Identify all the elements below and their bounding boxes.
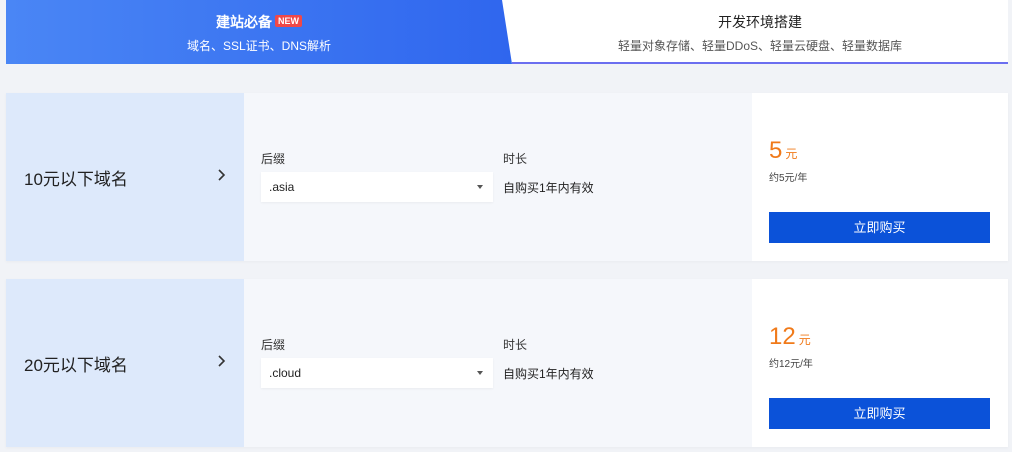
suffix-select[interactable]: .cloud — [261, 358, 493, 388]
tab-subtitle: 域名、SSL证书、DNS解析 — [186, 39, 332, 53]
suffix-select[interactable]: .asia — [261, 172, 493, 202]
new-badge: NEW — [275, 15, 302, 28]
caret-down-icon — [477, 371, 483, 375]
price-per-year: 约5元/年 — [769, 173, 808, 184]
price-unit: 元 — [785, 147, 798, 161]
duration-label: 时长 — [503, 152, 528, 166]
product-name: 20元以下域名 — [24, 356, 128, 375]
price: 12 元 — [769, 323, 811, 351]
price-unit: 元 — [798, 333, 811, 347]
tab-title: 建站必备 — [216, 14, 272, 30]
price-per-year: 约12元/年 — [769, 359, 813, 370]
suffix-select-value: .asia — [269, 180, 295, 194]
chevron-right-icon — [216, 354, 228, 372]
buy-button[interactable]: 立即购买 — [769, 212, 990, 243]
price-amount: 5 — [769, 137, 783, 164]
category-tabs: 建站必备 NEW 域名、SSL证书、DNS解析 开发环境搭建 轻量对象存储、轻量D… — [6, 0, 1008, 64]
duration-value: 自购买1年内有效 — [503, 181, 594, 195]
product-name: 10元以下域名 — [24, 170, 128, 189]
price: 5元 — [769, 137, 797, 165]
duration-label: 时长 — [503, 338, 528, 352]
suffix-select-value: .cloud — [269, 366, 302, 380]
price-panel: 12 元 约12元/年 立即购买 — [752, 279, 1008, 447]
duration-value: 自购买1年内有效 — [503, 367, 594, 381]
tab-title-row: 建站必备 NEW — [6, 13, 512, 31]
caret-down-icon — [477, 185, 483, 189]
chevron-right-icon — [216, 168, 228, 186]
product-header[interactable]: 10元以下域名 — [6, 93, 244, 261]
tab-subtitle: 轻量对象存储、轻量DDoS、轻量云硬盘、轻量数据库 — [617, 39, 902, 53]
tab-dev-environment[interactable]: 开发环境搭建 轻量对象存储、轻量DDoS、轻量云硬盘、轻量数据库 — [512, 0, 1008, 64]
product-header[interactable]: 20元以下域名 — [6, 279, 244, 447]
price-panel: 5元 约5元/年 立即购买 — [752, 93, 1008, 261]
product-card: 20元以下域名 后缀 .cloud 时长 自购买1年内有效 12 元 约12元/年… — [6, 279, 1008, 447]
suffix-label: 后缀 — [261, 152, 286, 166]
tab-site-essentials[interactable]: 建站必备 NEW 域名、SSL证书、DNS解析 — [6, 0, 512, 64]
tab-underline — [512, 62, 1008, 64]
buy-button[interactable]: 立即购买 — [769, 398, 990, 429]
product-card: 10元以下域名 后缀 .asia 时长 自购买1年内有效 5元 约5元/年 立即… — [6, 93, 1008, 261]
tab-title: 开发环境搭建 — [718, 14, 802, 30]
suffix-label: 后缀 — [261, 338, 286, 352]
price-amount: 12 — [769, 323, 796, 350]
